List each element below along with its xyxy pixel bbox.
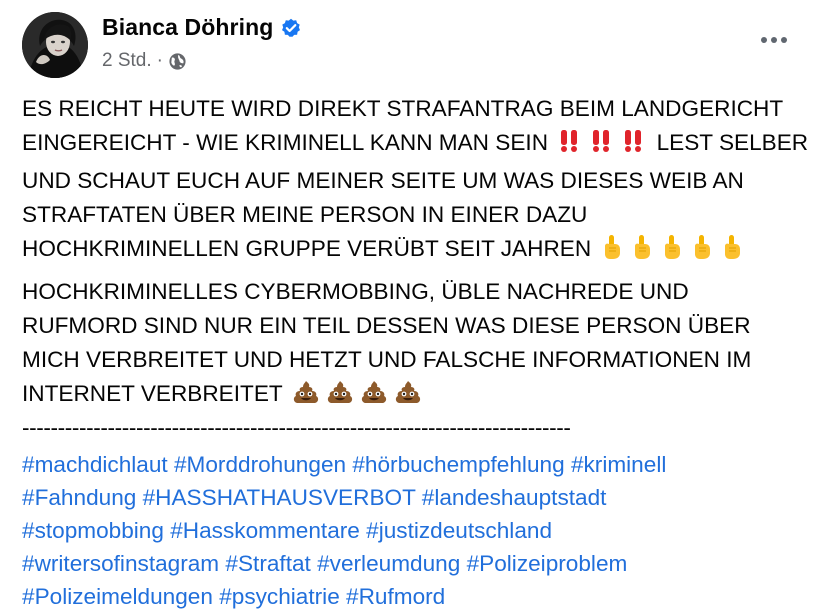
hashtag-link[interactable]: #Fahndung bbox=[22, 485, 136, 510]
divider-line: ----------------------------------------… bbox=[22, 415, 571, 440]
post-paragraph-2: HOCHKRIMINELLES CYBERMOBBING, ÜBLE NACHR… bbox=[22, 275, 812, 443]
more-dot bbox=[761, 37, 767, 43]
hashtag-link[interactable]: #verleumdung bbox=[317, 551, 460, 576]
hashtag-link[interactable]: #Polizeimeldungen bbox=[22, 584, 213, 609]
avatar[interactable] bbox=[22, 12, 88, 78]
hashtag-link[interactable]: #Straftat bbox=[225, 551, 310, 576]
pointing-up-emoji bbox=[630, 234, 654, 270]
text-line: HOCHKRIMINELLES CYBERMOBBING, ÜBLE NACHR… bbox=[22, 279, 689, 304]
pointing-up-emoji bbox=[690, 234, 714, 270]
meta-separator: · bbox=[156, 50, 163, 71]
double-exclamation-emoji bbox=[589, 128, 615, 164]
pile-of-poo-emoji bbox=[326, 379, 354, 415]
verified-badge-icon bbox=[281, 18, 301, 38]
hashtag-link[interactable]: #writersofinstagram bbox=[22, 551, 219, 576]
post-paragraph-1: ES REICHT HEUTE WIRD DIREKT STRAFANTRAG … bbox=[22, 92, 812, 270]
globe-icon[interactable] bbox=[168, 52, 187, 71]
hashtag-line: #machdichlaut #Morddrohungen #hörbuchemp… bbox=[22, 448, 812, 481]
text-line: UND SCHAUT EUCH AUF MEINER SEITE UM WAS … bbox=[22, 168, 744, 193]
text-fragment: LEST SELBER bbox=[656, 130, 809, 155]
more-dot bbox=[771, 37, 777, 43]
avatar-photo bbox=[22, 12, 88, 78]
hashtag-link[interactable]: #landeshauptstadt bbox=[422, 485, 607, 510]
hashtag-link[interactable]: #HASSHATHAUSVERBOT bbox=[143, 485, 416, 510]
hashtag-line: #stopmobbing #Hasskommentare #justizdeut… bbox=[22, 514, 812, 547]
text-fragment: EINGEREICHT - WIE KRIMINELL KANN MAN SEI… bbox=[22, 130, 549, 155]
more-options-icon[interactable] bbox=[754, 28, 794, 52]
hashtag-link[interactable]: #Polizeiproblem bbox=[467, 551, 628, 576]
double-exclamation-emoji bbox=[621, 128, 647, 164]
pointing-up-emoji bbox=[720, 234, 744, 270]
hashtag-line: #writersofinstagram #Straftat #verleumdu… bbox=[22, 547, 812, 580]
hashtag-line: #Fahndung #HASSHATHAUSVERBOT #landeshaup… bbox=[22, 481, 812, 514]
hashtag-link[interactable]: #justizdeutschland bbox=[366, 518, 552, 543]
pointing-up-emoji bbox=[660, 234, 684, 270]
pile-of-poo-emoji bbox=[360, 379, 388, 415]
post-header: Bianca Döhring 2 Std. · bbox=[22, 12, 798, 78]
post-timestamp[interactable]: 2 Std. bbox=[102, 50, 152, 72]
text-line: STRAFTATEN ÜBER MEINE PERSON IN EINER DA… bbox=[22, 202, 588, 227]
hashtag-link[interactable]: #Morddrohungen bbox=[174, 452, 346, 477]
hashtag-link[interactable]: #stopmobbing bbox=[22, 518, 164, 543]
facebook-post: Bianca Döhring 2 Std. · ES REICHT HEUTE … bbox=[0, 0, 818, 613]
post-body: ES REICHT HEUTE WIRD DIREKT STRAFANTRAG … bbox=[22, 92, 812, 613]
text-line: ES REICHT HEUTE WIRD DIREKT STRAFANTRAG … bbox=[22, 96, 784, 121]
author-name[interactable]: Bianca Döhring bbox=[102, 14, 273, 41]
text-fragment: HOCHKRIMINELLEN GRUPPE VERÜBT SEIT JAHRE… bbox=[22, 236, 592, 261]
text-line: RUFMORD SIND NUR EIN TEIL DESSEN WAS DIE… bbox=[22, 313, 751, 338]
text-line: HOCHKRIMINELLEN GRUPPE VERÜBT SEIT JAHRE… bbox=[22, 232, 812, 270]
hashtag-link[interactable]: #kriminell bbox=[571, 452, 666, 477]
hashtag-link[interactable]: #Rufmord bbox=[346, 584, 445, 609]
author-row: Bianca Döhring bbox=[102, 14, 301, 41]
pointing-up-emoji bbox=[600, 234, 624, 270]
hashtag-block: #machdichlaut #Morddrohungen #hörbuchemp… bbox=[22, 448, 812, 613]
double-exclamation-emoji bbox=[557, 128, 583, 164]
more-dot bbox=[781, 37, 787, 43]
hashtag-link[interactable]: #hörbuchempfehlung bbox=[352, 452, 564, 477]
pile-of-poo-emoji bbox=[394, 379, 422, 415]
pile-of-poo-emoji bbox=[292, 379, 320, 415]
hashtag-line: #Polizeimeldungen #psychiatrie #Rufmord bbox=[22, 580, 812, 613]
hashtag-link[interactable]: #Hasskommentare bbox=[170, 518, 360, 543]
post-meta: 2 Std. · bbox=[102, 50, 187, 72]
hashtag-link[interactable]: #psychiatrie bbox=[219, 584, 340, 609]
text-line: EINGEREICHT - WIE KRIMINELL KANN MAN SEI… bbox=[22, 126, 812, 164]
text-line: MICH VERBREITET UND HETZT UND FALSCHE IN… bbox=[22, 347, 752, 372]
hashtag-link[interactable]: #machdichlaut bbox=[22, 452, 168, 477]
text-line: INTERNET VERBREITET bbox=[22, 377, 812, 415]
text-fragment: INTERNET VERBREITET bbox=[22, 381, 283, 406]
